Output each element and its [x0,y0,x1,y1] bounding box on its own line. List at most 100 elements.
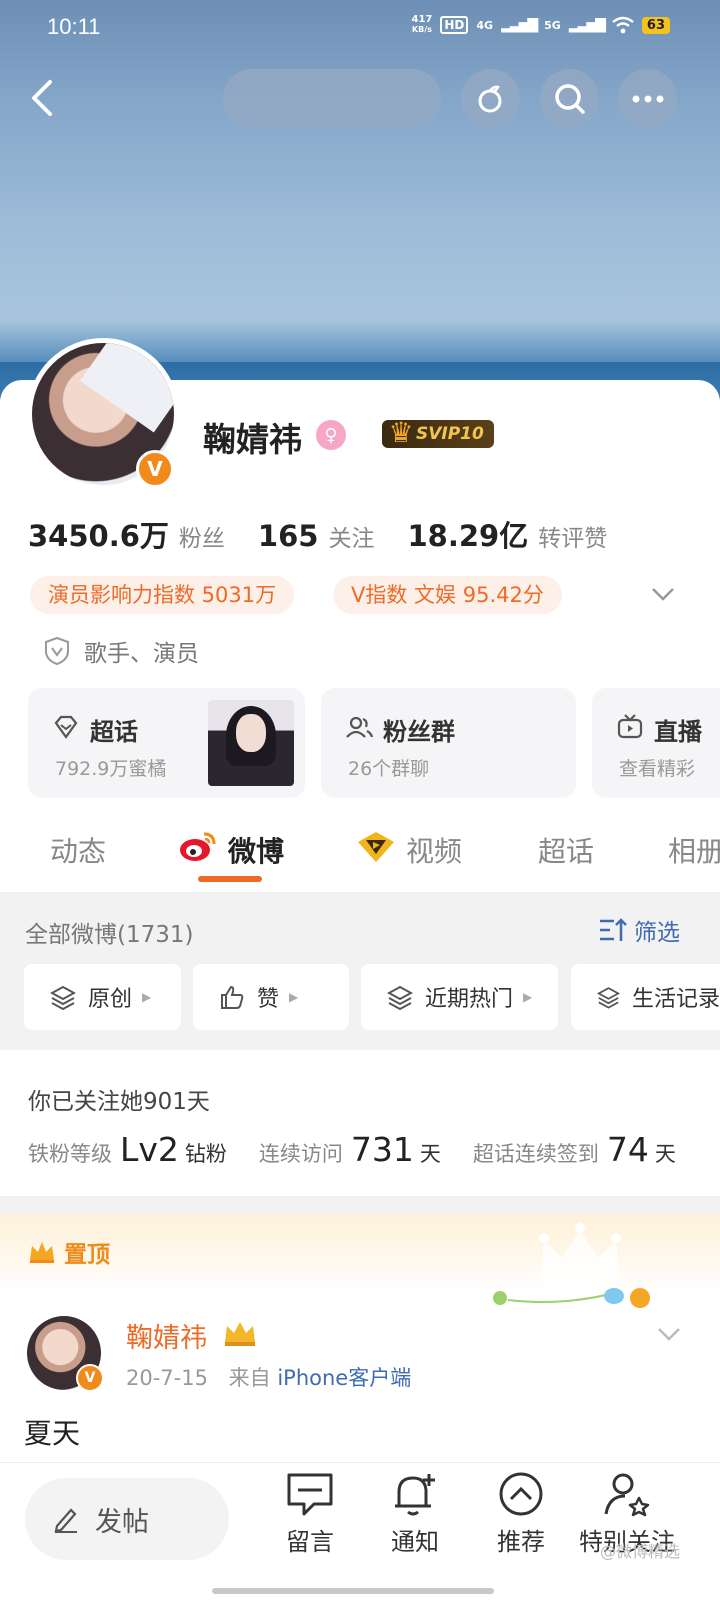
expand-chevron-icon[interactable] [648,582,678,606]
following-count[interactable]: 165 [258,519,319,553]
nav-message[interactable]: 留言 [255,1470,365,1557]
verification-info[interactable]: 歌手、演员 [44,634,199,668]
post-verified-icon: V [76,1364,104,1392]
super-topic-card[interactable]: 超话 792.9万蜜橘 [28,688,305,798]
vip-crown-icon [225,1322,255,1346]
home-indicator[interactable] [212,1588,494,1594]
shield-v-icon [45,636,69,666]
v-index-pill[interactable]: V指数 文娱 95.42分 [333,576,562,614]
post-meta: 20-7-15 来自 iPhone客户端 [126,1362,411,1392]
pinned-label: 置顶 [28,1235,110,1269]
status-bar: 10:11 417 KB/s HD 4G ▂▃▅▇ 5G ▂▃▅▇ 63 [0,0,720,56]
decorative-line-icon [493,1288,650,1308]
back-button[interactable] [22,76,66,120]
fan-level-label: 铁粉等级 [28,1142,112,1166]
wifi-icon [612,16,634,34]
status-time: 10:11 [47,14,101,39]
bell-plus-icon [395,1474,435,1516]
post-author-name[interactable]: 鞠婧祎 [126,1316,207,1355]
signal-4g-icon: 4G [476,18,494,32]
post-source[interactable]: iPhone客户端 [277,1366,411,1390]
battery-icon: 63 [641,16,670,34]
fan-group-sub: 26个群聊 [348,758,430,780]
nav-notify[interactable]: 通知 [360,1470,470,1557]
layers-icon [387,985,413,1010]
net-speed: 417 KB/s [411,14,433,35]
super-topic-title: 超话 [90,718,138,746]
profile-name: 鞠婧祎 [203,420,302,459]
fan-level-value: Lv2 [120,1130,179,1169]
tab-feed[interactable]: 动态 [50,830,106,870]
verification-text: 歌手、演员 [84,641,199,667]
weibo-logo-icon [180,832,216,861]
search-icon [554,83,585,114]
thumbs-up-icon [221,985,244,1009]
live-title: 直播 [654,718,702,746]
back-arrow-icon [32,80,52,116]
engagement-label: 转评赞 [538,526,608,552]
profile-stats: 3450.6万 粉丝 165 关注 18.29亿 转评赞 [28,513,640,555]
decorative-crown-icon [539,1223,621,1282]
checkin-value: 74 [606,1130,649,1169]
engagement-count: 18.29亿 [407,519,529,553]
following-label[interactable]: 关注 [328,519,374,553]
signal-bars-icon: ▂▃▅▇ [501,17,538,33]
chip-recent-hot[interactable]: 近期热门 ▶ [361,964,558,1030]
chip-arrow-icon: ▶ [523,990,533,1004]
comment-icon [287,1473,333,1516]
filter-sort-icon [600,918,627,941]
checkin-unit: 天 [654,1142,676,1166]
chip-original[interactable]: 原创 ▶ [24,964,181,1030]
post-menu-chevron-icon[interactable] [654,1322,684,1346]
tab-super-topic[interactable]: 超话 [538,830,594,870]
layers-icon [597,987,620,1009]
status-icons: 417 KB/s HD 4G ▂▃▅▇ 5G ▂▃▅▇ 63 [411,15,670,35]
layers-icon [50,985,76,1010]
more-button[interactable] [618,69,677,128]
post-text: 夏天 [24,1417,81,1450]
visit-value: 731 [350,1130,414,1169]
super-topic-sub: 792.9万蜜橘 [55,758,167,780]
chip-liked[interactable]: 赞 ▶ [193,964,349,1030]
user-star-icon [604,1473,650,1517]
tab-album[interactable]: 相册 [668,830,720,870]
post-from-prefix: 来自 [228,1366,271,1390]
chevron-up-circle-icon [499,1472,543,1516]
svip-badge[interactable]: ♛ SVIP10 [382,416,494,449]
followers-label[interactable]: 粉丝 [179,519,225,553]
gift-button[interactable] [461,69,520,128]
people-icon [346,716,373,738]
all-posts-count: 全部微博(1731) [25,922,194,948]
section-divider [0,1196,720,1214]
fan-group-card[interactable]: 粉丝群 26个群聊 [321,688,576,798]
actor-influence-pill[interactable]: 演员影响力指数 5031万 [30,576,295,614]
filter-button[interactable]: 筛选 [598,913,680,947]
fan-stats-row[interactable]: 铁粉等级 Lv2 钻粉 连续访问 731 天 超话连续签到 74 天 [28,1130,676,1169]
tab-video[interactable]: 视频 [406,830,462,870]
crown-icon: ♛ [388,416,414,449]
pencil-icon [54,1508,77,1533]
search-button[interactable] [540,69,599,128]
visit-unit: 天 [419,1142,441,1166]
video-tab-icon [358,832,394,862]
crown-icon [30,1242,54,1263]
diamond-icon [54,715,78,739]
tv-icon [617,714,643,739]
chip-life-record[interactable]: 生活记录 [571,964,720,1030]
visit-label: 连续访问 [258,1142,343,1166]
tab-weibo[interactable]: 微博 [228,830,284,870]
fan-level-unit: 钻粉 [184,1142,227,1166]
orange-fruit-icon [478,85,501,112]
nav-recommend[interactable]: 推荐 [466,1470,576,1557]
super-topic-photo [208,700,294,786]
top-search-bar[interactable] [223,69,441,127]
fan-group-title: 粉丝群 [383,718,455,746]
live-card[interactable]: 直播 查看精彩 [592,688,720,798]
female-icon: ♀ [316,420,346,450]
compose-button[interactable]: 发帖 [25,1478,229,1560]
chip-arrow-icon: ▶ [289,990,299,1004]
active-tab-indicator [198,876,262,882]
followers-count[interactable]: 3450.6万 [28,513,169,555]
signal-bars-icon: ▂▃▅▇ [568,17,606,33]
post-date: 20-7-15 [126,1366,208,1390]
